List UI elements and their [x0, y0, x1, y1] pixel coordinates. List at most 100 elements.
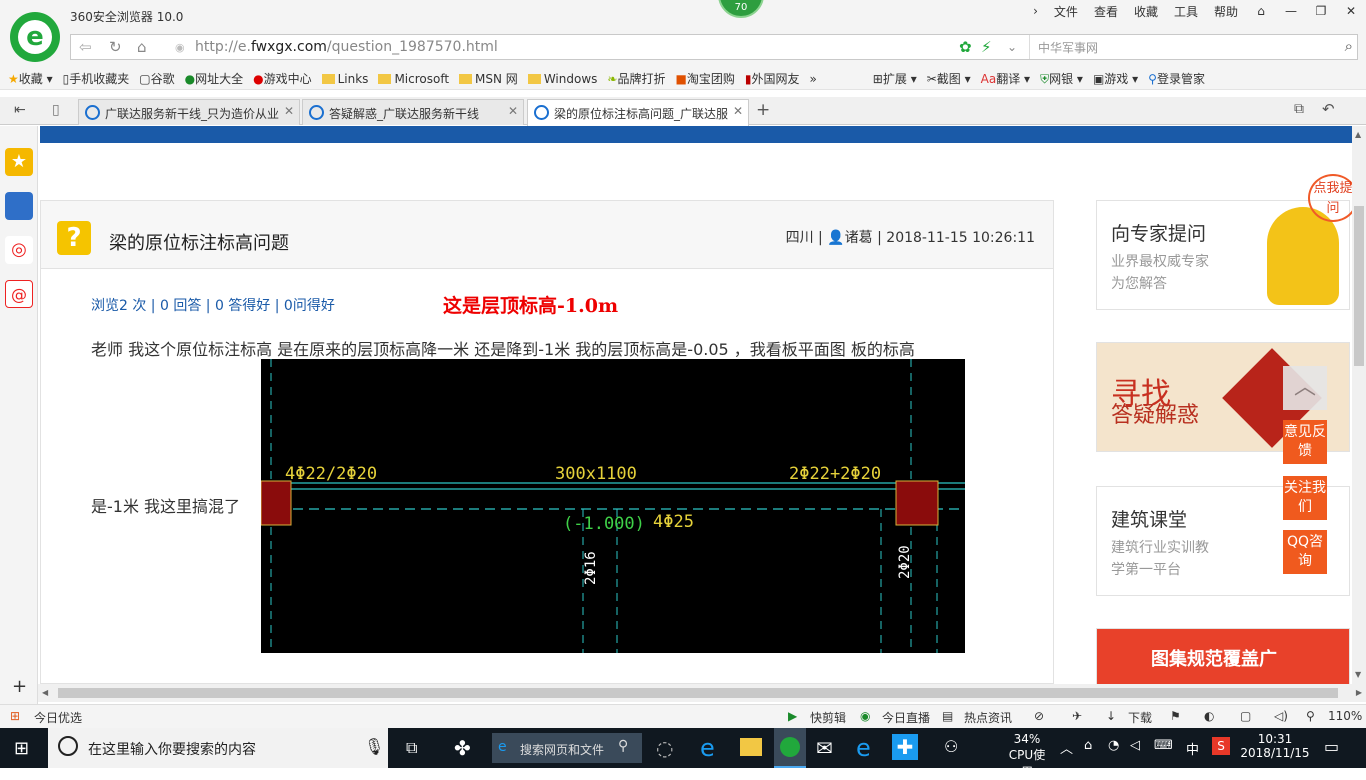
tray-chevron-icon[interactable]: ︿ [1060, 738, 1073, 757]
window-icon[interactable]: ▢ [1240, 709, 1251, 723]
ime-indicator[interactable]: 中 [1186, 739, 1199, 758]
weibo-icon[interactable]: ◎ [5, 236, 33, 264]
volume-icon[interactable]: ◁) [1274, 709, 1288, 723]
tab-2[interactable]: 答疑解惑_广联达服务新干线 ✕ [302, 99, 524, 125]
menu-view[interactable]: 查看 [1094, 3, 1118, 20]
status-news[interactable]: 热点资讯 [964, 709, 1012, 726]
chevron-right-icon[interactable]: › [1033, 4, 1038, 18]
bookmark-taobao[interactable]: ■淘宝团购 [675, 70, 734, 87]
flag-icon[interactable]: ⚑ [1170, 709, 1181, 723]
zoom-level[interactable]: 110% [1328, 709, 1362, 723]
ext-bank[interactable]: ⛨网银 ▾ [1040, 70, 1083, 87]
file-explorer-icon[interactable] [740, 738, 762, 756]
back-to-top-icon[interactable]: ︿ [1283, 366, 1327, 410]
new-tab-icon[interactable]: + [756, 100, 770, 120]
scroll-right-icon[interactable]: ▶ [1356, 688, 1362, 697]
edge-taskbar-icon[interactable]: e [856, 734, 871, 762]
refresh-icon[interactable]: ↻ [109, 38, 122, 56]
mail-icon[interactable]: ✉ [816, 736, 833, 760]
close-tab-icon[interactable]: ✕ [733, 104, 743, 118]
minimize-button[interactable]: — [1276, 4, 1306, 18]
ext-extend[interactable]: ⊞扩展 ▾ [873, 70, 917, 87]
bookmark-favorites[interactable]: ★收藏 ▾ [8, 70, 53, 87]
search-icon[interactable]: ⌕ [1345, 37, 1353, 55]
feedback-button[interactable]: 意见反馈 [1283, 420, 1327, 464]
360-safe-icon[interactable]: ◌ [656, 736, 673, 760]
today-picks[interactable]: 今日优选 [34, 709, 82, 726]
tray-device-icon[interactable]: ⌂ [1084, 738, 1092, 753]
bookmark-discount[interactable]: ❧品牌打折 [607, 70, 665, 87]
vertical-scrollbar[interactable]: ▲ ▼ [1352, 126, 1366, 684]
menu-favorites[interactable]: 收藏 [1134, 3, 1158, 20]
mail-icon[interactable]: @ [5, 280, 33, 308]
bookmark-links[interactable]: Links [321, 72, 368, 86]
url-field[interactable]: http://e.fwxgx.com/question_1987570.html [195, 39, 498, 55]
search-input[interactable]: 中华军事网 ⌕ [1029, 35, 1359, 59]
more-bookmarks-icon[interactable]: » [809, 72, 816, 86]
atlas-banner[interactable]: 图集规范覆盖广 [1096, 628, 1350, 684]
favorites-star-icon[interactable]: ★ [5, 148, 33, 176]
bookmark-hao[interactable]: ●网址大全 [185, 70, 244, 87]
cpu-meter[interactable]: 34% CPU使用 [1004, 732, 1050, 780]
ask-expert-card[interactable]: 向专家提问 业界最权威专家 为您解答 [1096, 200, 1350, 310]
question-author[interactable]: 诸葛 [845, 230, 873, 246]
speed-icon[interactable]: ⚡ [981, 38, 992, 56]
bookmark-foreign[interactable]: ▮外国网友 [745, 70, 800, 87]
address-bar[interactable]: ⇦ ↻ ⌂ ◉ http://e.fwxgx.com/question_1987… [70, 34, 1358, 60]
ie-taskbar-icon[interactable]: e [700, 734, 715, 762]
people-icon[interactable]: ⚇ [944, 737, 958, 756]
restore-tab-icon[interactable]: ⧉ [1294, 101, 1304, 117]
sogou-icon[interactable]: S [1212, 737, 1230, 755]
status-download[interactable]: 下载 [1128, 709, 1152, 726]
ext-login[interactable]: ⚲登录管家 [1148, 70, 1205, 87]
tab-1[interactable]: 广联达服务新干线_只为造价从业 ✕ [78, 99, 300, 125]
menu-tools[interactable]: 工具 [1174, 3, 1198, 20]
bookmark-windows[interactable]: Windows [527, 72, 597, 86]
taskbar-search[interactable]: 在这里输入你要搜索的内容 🎙 [48, 728, 388, 768]
news-icon[interactable] [5, 192, 33, 220]
close-tab-icon[interactable]: ✕ [284, 104, 294, 118]
skin-icon[interactable]: ⌂ [1246, 4, 1276, 18]
tab-3-active[interactable]: 梁的原位标注标高问题_广联达服 ✕ [527, 99, 749, 126]
wifi-icon[interactable]: ◔ [1108, 738, 1119, 753]
ie-compat-icon[interactable]: ⊘ [1034, 709, 1044, 723]
clock[interactable]: 10:31 2018/11/15 [1240, 732, 1310, 760]
fan-app-icon[interactable]: ✤ [454, 736, 471, 760]
upgrade-badge[interactable]: 70 [718, 0, 764, 18]
back-icon[interactable]: ⇦ [79, 38, 92, 56]
ext-translate[interactable]: Aa翻译 ▾ [981, 70, 1030, 87]
status-live[interactable]: 今日直播 [882, 709, 930, 726]
status-clip[interactable]: 快剪辑 [810, 709, 846, 726]
task-view-icon[interactable]: ⧉ [406, 738, 417, 758]
bookmark-games[interactable]: ●游戏中心 [253, 70, 312, 87]
ask-bubble[interactable]: 点我提问 [1308, 174, 1352, 222]
browser-mode-icon[interactable]: ◐ [1204, 709, 1214, 723]
bookmark-microsoft[interactable]: Microsoft [378, 72, 449, 86]
menu-file[interactable]: 文件 [1054, 3, 1078, 20]
scroll-up-icon[interactable]: ▲ [1355, 130, 1361, 139]
pin-icon[interactable]: ✈ [1072, 709, 1082, 723]
follow-us-button[interactable]: 关注我们 [1283, 476, 1327, 520]
bookmark-google[interactable]: ▢谷歌 [139, 70, 174, 87]
home-icon[interactable]: ⌂ [137, 38, 147, 56]
qq-consult-button[interactable]: QQ咨询 [1283, 530, 1327, 574]
sidebar-toggle-icon[interactable]: ⇤ [14, 102, 26, 118]
ext-games[interactable]: ▣游戏 ▾ [1093, 70, 1138, 87]
close-button[interactable]: ✕ [1336, 4, 1366, 18]
app-plus-icon[interactable]: ✚ [892, 734, 918, 760]
notification-icon[interactable]: ▭ [1324, 737, 1339, 756]
ext-screenshot[interactable]: ✂截图 ▾ [927, 70, 971, 87]
web-search-box[interactable]: e 搜索网页和文件 ⚲ [492, 733, 642, 763]
keyboard-icon[interactable]: ⌨ [1154, 738, 1173, 753]
add-sidebar-icon[interactable]: + [12, 676, 27, 697]
microphone-icon[interactable]: 🎙 [364, 737, 384, 756]
chevron-down-icon[interactable]: ⌄ [1007, 40, 1017, 54]
restore-button[interactable]: ❐ [1306, 4, 1336, 18]
menu-help[interactable]: 帮助 [1214, 3, 1238, 20]
scroll-down-icon[interactable]: ▼ [1355, 670, 1361, 679]
security-icon[interactable]: ✿ [959, 38, 972, 56]
windows-start-icon[interactable]: ⊞ [14, 738, 29, 759]
scroll-left-icon[interactable]: ◀ [42, 688, 48, 697]
scroll-thumb[interactable] [1354, 206, 1364, 366]
volume-tray-icon[interactable]: ◁ [1130, 738, 1140, 753]
